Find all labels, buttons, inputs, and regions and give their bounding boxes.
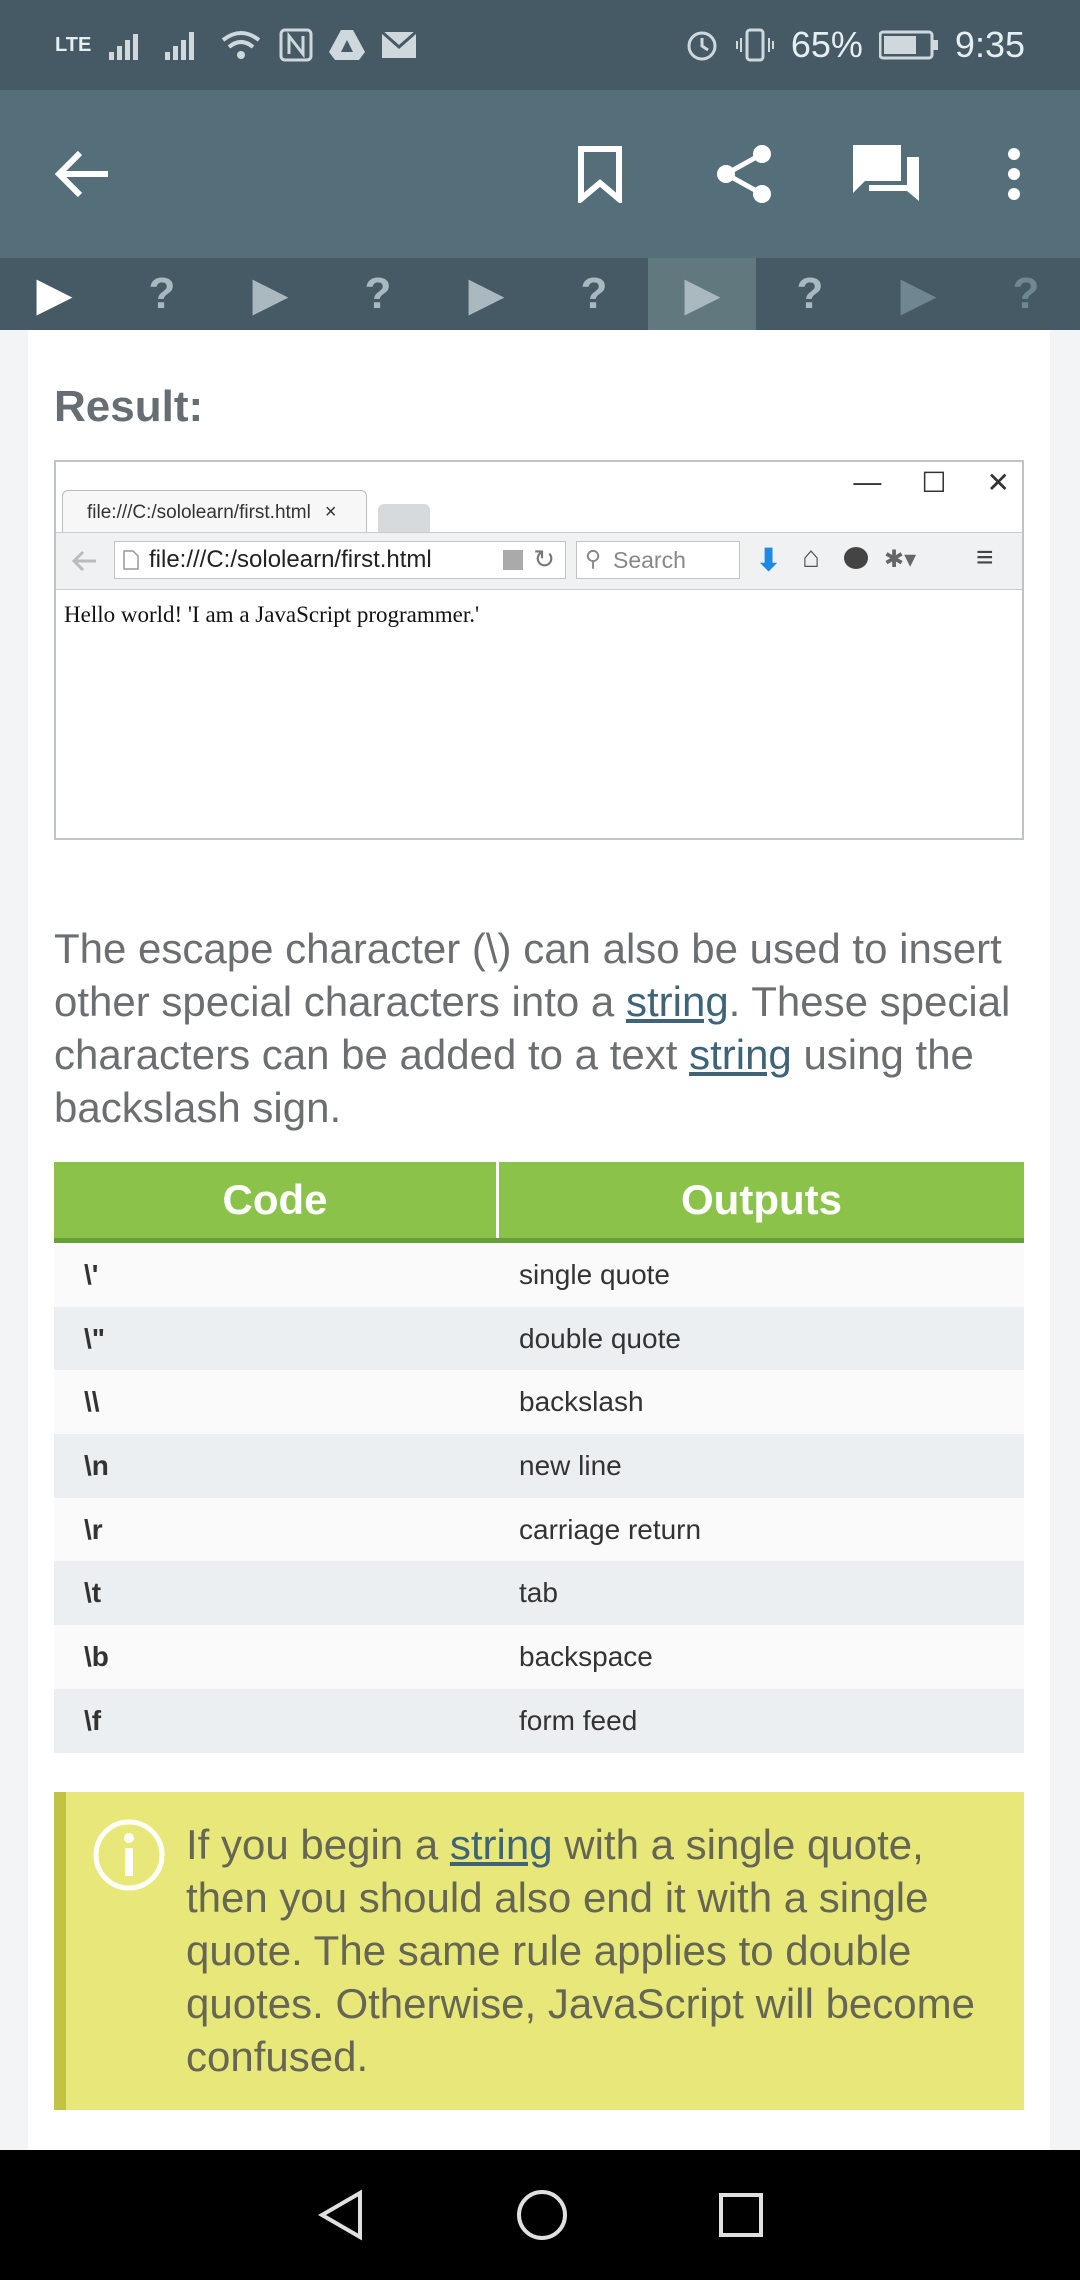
browser-search-field: ⚲ Search bbox=[576, 541, 740, 579]
escape-characters-table: Code Outputs \' single quote \" double quo… bbox=[54, 1162, 1024, 1753]
column-header-outputs: Outputs bbox=[681, 1176, 842, 1223]
string-link[interactable]: string bbox=[626, 978, 729, 1025]
result-heading: Result: bbox=[54, 382, 204, 431]
more-vert-icon bbox=[1008, 148, 1020, 200]
bookmark-button[interactable] bbox=[560, 134, 640, 214]
table-row: \" double quote bbox=[54, 1306, 1024, 1371]
signal-icon-2 bbox=[165, 32, 195, 60]
reader-icon bbox=[503, 550, 523, 570]
nav-recents-icon[interactable] bbox=[718, 2192, 764, 2238]
app-bar bbox=[0, 90, 1080, 258]
tab-lesson-5[interactable]: ▶ bbox=[864, 258, 972, 330]
comments-icon bbox=[853, 145, 919, 201]
system-navigation-bar bbox=[0, 2150, 1080, 2280]
tab-quiz-4[interactable]: ? bbox=[756, 258, 864, 330]
nav-home-icon[interactable] bbox=[516, 2189, 568, 2241]
status-bar: LTE 65% 9:35 bbox=[0, 0, 1080, 90]
tab-lesson-1[interactable]: ▶ bbox=[0, 258, 108, 330]
tab-quiz-3[interactable]: ? bbox=[540, 258, 648, 330]
column-header-code: Code bbox=[54, 1162, 499, 1238]
tab-lesson-4[interactable]: ▶ bbox=[648, 258, 756, 330]
table-body: \' single quote \" double quote \\ backslas… bbox=[54, 1243, 1024, 1753]
browser-tab: file:///C:/sololearn/first.html × bbox=[62, 490, 367, 534]
battery-icon bbox=[878, 30, 938, 60]
lesson-card: Result: — ☐ ✕ file:///C:/sololearn/first… bbox=[28, 330, 1050, 2150]
tab-lesson-2[interactable]: ▶ bbox=[216, 258, 324, 330]
page-output-text: Hello world! 'I am a JavaScript programm… bbox=[64, 602, 480, 627]
tab-quiz-5[interactable]: ? bbox=[972, 258, 1080, 330]
window-controls: — ☐ ✕ bbox=[853, 466, 1010, 499]
download-icon: ⬇ bbox=[756, 544, 782, 577]
more-options-button[interactable] bbox=[974, 134, 1054, 214]
chat-icon bbox=[844, 547, 868, 569]
nfc-icon bbox=[279, 28, 313, 62]
string-link[interactable]: string bbox=[450, 1821, 553, 1868]
search-icon: ⚲ bbox=[585, 546, 602, 571]
tab-close-icon: × bbox=[324, 501, 337, 523]
info-note: If you begin a string with a single quot… bbox=[54, 1792, 1024, 2110]
table-row: \\ backslash bbox=[54, 1370, 1024, 1435]
table-row: \r carriage return bbox=[54, 1497, 1024, 1562]
back-button[interactable] bbox=[42, 134, 122, 214]
share-button[interactable] bbox=[704, 134, 784, 214]
table-row: \n new line bbox=[54, 1434, 1024, 1498]
table-row: \b backspace bbox=[54, 1625, 1024, 1689]
browser-toolbar: file:///C:/sololearn/first.html ↻ ⚲ Sear… bbox=[56, 532, 1022, 590]
new-tab-icon bbox=[378, 504, 430, 532]
home-icon: ⌂ bbox=[802, 541, 821, 574]
bookmark-icon bbox=[578, 146, 622, 203]
vibrate-icon bbox=[735, 28, 774, 62]
signal-icon bbox=[109, 34, 139, 60]
info-icon bbox=[93, 1819, 165, 1891]
browser-back-icon bbox=[71, 550, 96, 572]
share-icon bbox=[717, 145, 771, 203]
clock: 9:35 bbox=[954, 24, 1025, 65]
comments-button[interactable] bbox=[846, 134, 926, 214]
nav-back-icon[interactable] bbox=[316, 2189, 366, 2241]
battery-percent: 65% bbox=[790, 24, 863, 65]
close-window-icon: ✕ bbox=[986, 467, 1010, 498]
lesson-paragraph: The escape character (\) can also be use… bbox=[54, 925, 1011, 1131]
maximize-icon: ☐ bbox=[921, 467, 947, 498]
wifi-icon bbox=[222, 31, 261, 59]
note-text: If you begin a string with a single quot… bbox=[186, 1821, 975, 2080]
tab-quiz-2[interactable]: ? bbox=[324, 258, 432, 330]
string-link[interactable]: string bbox=[689, 1031, 792, 1078]
mail-icon bbox=[381, 31, 418, 58]
table-row: \' single quote bbox=[54, 1243, 1024, 1307]
alarm-icon bbox=[687, 31, 717, 61]
lesson-progress-tabs: ▶ ? ▶ ? ▶ ? ▶ ? ▶ ? bbox=[0, 258, 1080, 330]
page-icon bbox=[123, 550, 139, 570]
drive-icon bbox=[329, 30, 366, 60]
extension-icon: ✱▾ bbox=[884, 546, 917, 573]
table-row: \t tab bbox=[54, 1561, 1024, 1626]
minimize-icon: — bbox=[853, 466, 882, 497]
table-header: Code Outputs bbox=[54, 1162, 1024, 1243]
network-type: LTE bbox=[55, 33, 92, 56]
browser-menu-icon: ≡ bbox=[976, 541, 994, 574]
browser-url-field: file:///C:/sololearn/first.html ↻ bbox=[114, 541, 566, 579]
tab-lesson-3[interactable]: ▶ bbox=[432, 258, 540, 330]
table-row: \f form feed bbox=[54, 1688, 1024, 1753]
tab-quiz-1[interactable]: ? bbox=[108, 258, 216, 330]
lesson-content: Result: — ☐ ✕ file:///C:/sololearn/first… bbox=[0, 330, 1080, 2150]
result-browser-screenshot: — ☐ ✕ file:///C:/sololearn/first.html × … bbox=[54, 460, 1024, 840]
reload-icon: ↻ bbox=[533, 544, 555, 574]
back-arrow-icon bbox=[54, 150, 108, 198]
